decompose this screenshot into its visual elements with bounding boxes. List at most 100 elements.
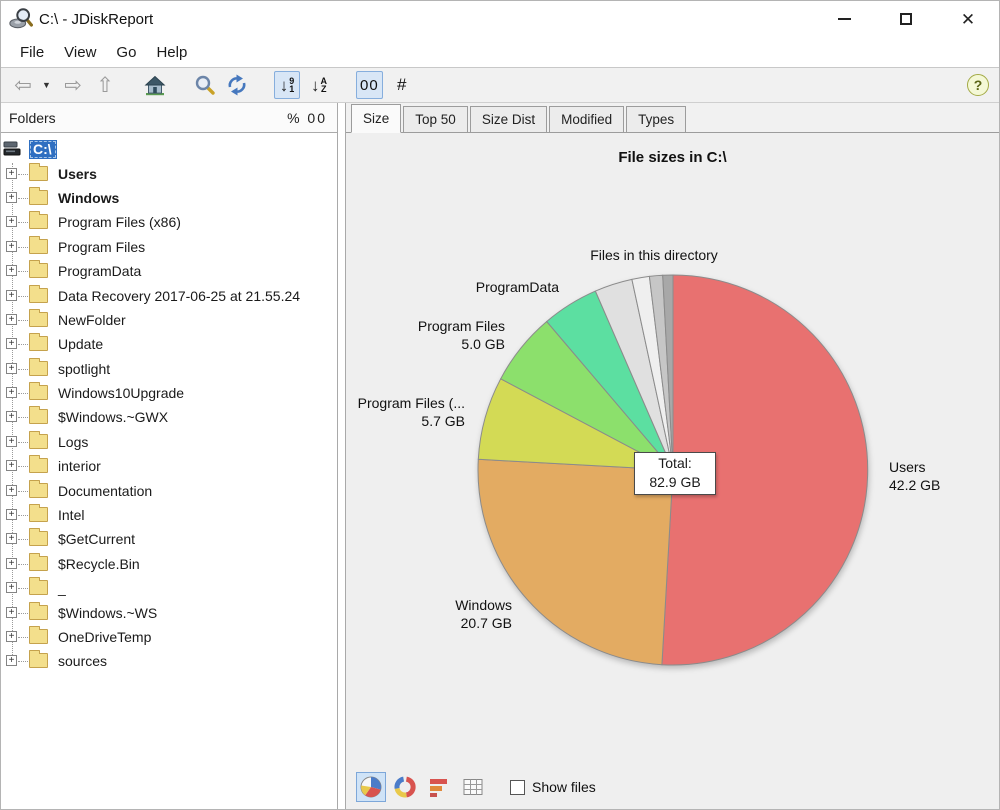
minimize-button[interactable] xyxy=(813,1,875,37)
expand-icon[interactable]: + xyxy=(6,557,17,569)
minimize-icon xyxy=(837,18,851,20)
expand-icon[interactable]: + xyxy=(6,533,17,545)
sort-descending-icon: ↓ xyxy=(279,75,289,95)
view-toolbar: Show files xyxy=(346,765,999,809)
expand-icon[interactable]: + xyxy=(6,484,17,496)
expand-icon[interactable]: + xyxy=(6,362,17,374)
tree-item[interactable]: + Users xyxy=(1,161,337,185)
home-button[interactable] xyxy=(142,71,168,99)
expand-icon[interactable]: + xyxy=(6,338,17,350)
sort-alphabetical-button[interactable]: ↓ A Z xyxy=(306,71,332,99)
tree-connector xyxy=(18,588,28,590)
tab-types[interactable]: Types xyxy=(626,106,687,132)
maximize-button[interactable] xyxy=(875,1,937,37)
tree-item[interactable]: + Data Recovery 2017-06-25 at 21.55.24 xyxy=(1,283,337,307)
expand-icon[interactable]: + xyxy=(6,265,17,277)
table-view-button[interactable] xyxy=(458,772,488,802)
tab-size-dist[interactable]: Size Dist xyxy=(469,106,548,132)
expand-icon[interactable]: + xyxy=(6,240,17,252)
close-button[interactable]: ✕ xyxy=(937,1,999,37)
expand-icon[interactable]: + xyxy=(6,167,17,179)
drive-icon xyxy=(3,141,21,156)
folder-icon xyxy=(29,260,48,279)
pie-label: Windows 20.7 GB xyxy=(455,596,512,632)
tab-top-50[interactable]: Top 50 xyxy=(403,106,468,132)
tree-item-label: spotlight xyxy=(58,360,111,377)
help-button[interactable]: ? xyxy=(967,74,989,96)
menu-item-view[interactable]: View xyxy=(55,41,105,64)
refresh-icon xyxy=(228,74,246,96)
toolbar: ⇦ ▼ ⇨ ⇧ ↓ 9 1 ↓ A Z 00 # ? xyxy=(1,68,999,103)
tree-item-label: interior xyxy=(58,458,101,475)
expand-icon[interactable]: + xyxy=(6,631,17,642)
tree-item[interactable]: + Logs xyxy=(1,430,337,454)
tree-item[interactable]: + spotlight xyxy=(1,357,337,381)
folder-icon xyxy=(29,308,48,327)
tree-item[interactable]: + $Recycle.Bin xyxy=(1,552,337,576)
ring-chart-view-button[interactable] xyxy=(390,772,420,802)
expand-icon[interactable]: + xyxy=(6,655,17,667)
tree-item[interactable]: + ProgramData xyxy=(1,259,337,283)
folder-icon xyxy=(29,406,48,425)
expand-icon[interactable]: + xyxy=(6,435,17,447)
search-button[interactable] xyxy=(192,71,218,99)
expand-icon[interactable]: + xyxy=(6,313,17,325)
expand-icon[interactable]: + xyxy=(6,606,17,618)
tree-item[interactable]: + sources xyxy=(1,649,337,673)
tree-connector xyxy=(18,222,28,224)
show-count-button[interactable]: # xyxy=(389,71,415,99)
folder-tree: C:\ + Users + Windows + Program Files (x86) + Pr… xyxy=(1,133,337,809)
expand-icon[interactable]: + xyxy=(6,289,17,301)
tree-item[interactable]: + $Windows.~GWX xyxy=(1,405,337,429)
tab-size[interactable]: Size xyxy=(351,104,402,133)
tree-item[interactable]: + Program Files (x86) xyxy=(1,210,337,234)
tree-item[interactable]: + Program Files xyxy=(1,235,337,259)
tree-connector xyxy=(18,295,28,297)
panel-splitter[interactable] xyxy=(338,103,346,809)
show-size-button[interactable]: 00 xyxy=(356,71,383,99)
expand-icon[interactable]: + xyxy=(6,460,17,472)
pie-chart xyxy=(477,274,869,666)
expand-icon[interactable]: + xyxy=(6,387,17,399)
tree-root-item[interactable]: C:\ xyxy=(1,137,337,161)
back-history-dropdown[interactable]: ▼ xyxy=(42,71,54,99)
menu-item-help[interactable]: Help xyxy=(147,41,196,64)
tab-modified[interactable]: Modified xyxy=(549,106,625,132)
tree-connector xyxy=(18,417,28,419)
tree-item[interactable]: + _ xyxy=(1,576,337,600)
forward-button[interactable]: ⇨ xyxy=(60,71,86,99)
tree-item[interactable]: + OneDriveTemp xyxy=(1,625,337,649)
pie-chart-view-button[interactable] xyxy=(356,772,386,802)
tree-item-label: Program Files (x86) xyxy=(58,214,181,231)
refresh-button[interactable] xyxy=(224,71,250,99)
expand-icon[interactable]: + xyxy=(6,216,17,228)
menu-item-file[interactable]: File xyxy=(11,41,53,64)
up-button[interactable]: ⇧ xyxy=(92,71,118,99)
tree-item[interactable]: + Windows10Upgrade xyxy=(1,381,337,405)
menu-item-go[interactable]: Go xyxy=(107,41,145,64)
folder-icon xyxy=(29,479,48,498)
tree-item[interactable]: + Windows xyxy=(1,186,337,210)
total-value: 82.9 GB xyxy=(649,474,701,490)
expand-icon[interactable]: + xyxy=(6,411,17,423)
show-files-checkbox[interactable] xyxy=(510,779,525,795)
tree-item[interactable]: + Intel xyxy=(1,503,337,527)
pie-label-size: 5.7 GB xyxy=(421,413,465,429)
tree-item[interactable]: + interior xyxy=(1,454,337,478)
tree-item[interactable]: + Update xyxy=(1,332,337,356)
bar-chart-view-button[interactable] xyxy=(424,772,454,802)
tree-item[interactable]: + $GetCurrent xyxy=(1,527,337,551)
maximize-icon xyxy=(900,13,912,25)
sort-by-size-button[interactable]: ↓ 9 1 xyxy=(274,71,300,99)
tree-item[interactable]: + Documentation xyxy=(1,478,337,502)
folder-icon xyxy=(29,162,48,181)
ring-chart-icon xyxy=(394,776,416,798)
back-button[interactable]: ⇦ xyxy=(10,71,36,99)
tree-item[interactable]: + NewFolder xyxy=(1,308,337,332)
tree-item[interactable]: + $Windows.~WS xyxy=(1,600,337,624)
expand-icon[interactable]: + xyxy=(6,582,17,594)
total-tooltip: Total: 82.9 GB xyxy=(634,452,716,495)
expand-icon[interactable]: + xyxy=(6,191,17,203)
close-icon: ✕ xyxy=(960,9,976,29)
expand-icon[interactable]: + xyxy=(6,509,17,521)
